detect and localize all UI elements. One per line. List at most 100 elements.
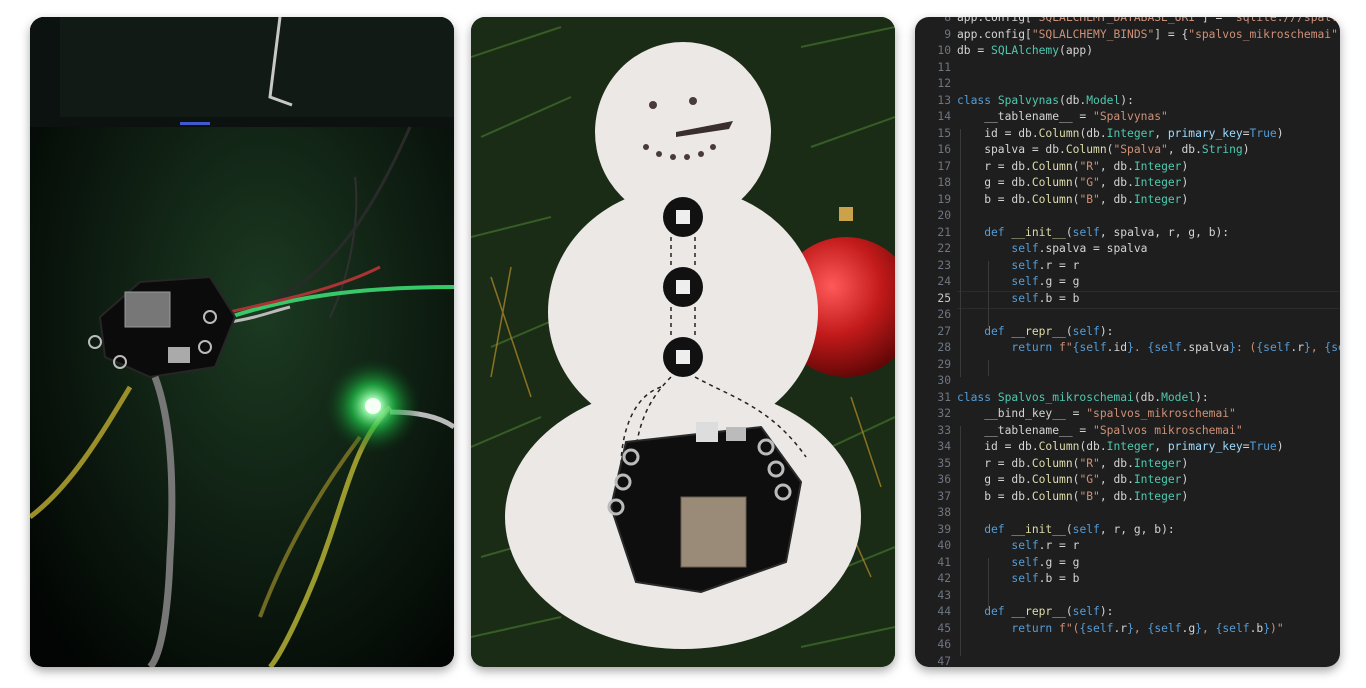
- code-line[interactable]: 39 def __init__(self, r, g, b):: [915, 522, 1340, 539]
- code-line[interactable]: 24 self.g = g: [915, 274, 1340, 291]
- code-token: .id: [1106, 341, 1128, 354]
- code-token: "R": [1079, 159, 1100, 173]
- code-line[interactable]: 27 def __repr__(self):: [915, 324, 1340, 341]
- code-line[interactable]: 15 id = db.Column(db.Integer, primary_ke…: [915, 126, 1340, 143]
- code-line[interactable]: 26: [915, 307, 1340, 324]
- code-token: ):: [1099, 605, 1114, 618]
- code-line[interactable]: 42 self.b = b: [915, 571, 1340, 588]
- code-token: self: [1072, 225, 1100, 239]
- code-line[interactable]: 45 return f"({self.r}, {self.g}, {self.b…: [915, 621, 1340, 638]
- code-view[interactable]: 8 app.config["SQLALCHEMY_DATABASE_URI"] =…: [915, 17, 1340, 667]
- code-line[interactable]: 13 class Spalvynas(db.Model):: [915, 93, 1340, 110]
- hexagon-microcontroller-board: [607, 422, 803, 594]
- code-token: ): [1181, 192, 1189, 206]
- code-line[interactable]: 21 def __init__(self, spalva, r, g, b):: [915, 225, 1340, 242]
- code-token: (: [1065, 522, 1073, 536]
- code-line[interactable]: 17 r = db.Column("R", db.Integer): [915, 159, 1340, 176]
- code-line[interactable]: 28 return f"{self.id}. {self.spalva}: ({…: [915, 340, 1340, 357]
- code-token: primary_key: [1167, 440, 1243, 453]
- code-token: .r: [1113, 621, 1128, 635]
- code-line[interactable]: 46: [915, 637, 1340, 654]
- code-token: , r, g, b):: [1099, 522, 1175, 536]
- code-token: Column: [1038, 440, 1080, 453]
- code-token: class: [957, 390, 998, 404]
- code-line[interactable]: 8 app.config["SQLALCHEMY_DATABASE_URI"] =…: [915, 17, 1340, 27]
- code-token: "R": [1079, 456, 1100, 470]
- code-token: self: [1154, 341, 1182, 354]
- code-token: Model: [1086, 93, 1121, 107]
- code-line[interactable]: 9 app.config["SQLALCHEMY_BINDS"] = {"spal…: [915, 27, 1340, 44]
- code-line[interactable]: 36 g = db.Column("G", db.Integer): [915, 472, 1340, 489]
- line-number: 42: [937, 572, 951, 585]
- code-line[interactable]: 30: [915, 373, 1340, 390]
- code-token: __init__: [1011, 225, 1066, 239]
- code-token: :: [1338, 28, 1340, 41]
- code-line[interactable]: 10 db = SQLAlchemy(app): [915, 43, 1340, 60]
- code-token: primary_key: [1167, 126, 1243, 140]
- code-token: "spalvos_mikroschemai": [1086, 407, 1236, 420]
- code-token: ):: [1195, 390, 1209, 404]
- code-line[interactable]: 22 self.spalva = spalva: [915, 241, 1340, 258]
- line-number: 41: [937, 555, 951, 569]
- code-token: db =: [957, 44, 992, 57]
- code-token: ): [1181, 473, 1189, 486]
- code-line[interactable]: 18 g = db.Column("G", db.Integer): [915, 175, 1340, 192]
- code-line[interactable]: 38: [915, 505, 1340, 522]
- code-token: Spalvynas: [997, 93, 1060, 107]
- line-number: 18: [937, 176, 951, 189]
- code-token: self: [1011, 291, 1039, 305]
- code-line[interactable]: 34 id = db.Column(db.Integer, primary_ke…: [915, 439, 1340, 456]
- line-number: 21: [937, 225, 951, 239]
- code-token: self: [1154, 621, 1182, 635]
- code-line[interactable]: 31 class Spalvos_mikroschemai(db.Model):: [915, 390, 1340, 407]
- line-number: 20: [937, 209, 951, 222]
- code-line[interactable]: 47: [915, 654, 1340, 668]
- code-line[interactable]: 44 def __repr__(self):: [915, 604, 1340, 621]
- line-number: 31: [937, 390, 951, 404]
- code-line[interactable]: 19 b = db.Column("B", db.Integer): [915, 192, 1340, 209]
- code-line[interactable]: 16 spalva = db.Column("Spalva", db.Strin…: [915, 142, 1340, 159]
- code-token: self: [1011, 539, 1039, 552]
- code-line[interactable]: 33 __tablename__ = "Spalvos mikroschemai…: [915, 423, 1340, 440]
- code-token: =: [1242, 126, 1250, 140]
- code-line[interactable]: 37 b = db.Column("B", db.Integer): [915, 489, 1340, 506]
- code-token: def: [957, 225, 1012, 239]
- led-pixels: [663, 197, 703, 377]
- code-token: id = db.: [957, 126, 1039, 140]
- code-line[interactable]: 25 self.b = b: [915, 291, 1340, 308]
- code-token: "Spalva": [1113, 143, 1168, 156]
- code-token: "Spalvynas": [1093, 110, 1168, 123]
- code-token: Integer: [1106, 440, 1155, 453]
- code-line[interactable]: 43: [915, 588, 1340, 605]
- code-token: (db.: [1079, 126, 1107, 140]
- code-line[interactable]: 20: [915, 208, 1340, 225]
- code-line[interactable]: 32 __bind_key__ = "spalvos_mikroschemai": [915, 406, 1340, 423]
- code-token: Column: [1031, 489, 1073, 503]
- board-photo-illustration: [30, 17, 454, 667]
- code-token: __init__: [1011, 522, 1066, 536]
- code-line[interactable]: 14 __tablename__ = "Spalvynas": [915, 109, 1340, 126]
- code-token: spalva = db.: [957, 143, 1066, 156]
- code-line[interactable]: 23 self.r = r: [915, 258, 1340, 275]
- code-line[interactable]: 29: [915, 357, 1340, 374]
- code-token: True: [1249, 126, 1277, 140]
- code-line[interactable]: 35 r = db.Column("R", db.Integer): [915, 456, 1340, 473]
- code-line[interactable]: 12: [915, 76, 1340, 93]
- line-number: 17: [937, 159, 951, 173]
- code-token: , db.: [1099, 192, 1134, 206]
- line-number: 26: [937, 308, 951, 321]
- code-token: }: [1304, 341, 1311, 354]
- code-line[interactable]: 41 self.g = g: [915, 555, 1340, 572]
- code-token: "G": [1079, 473, 1100, 486]
- code-line[interactable]: 40 self.r = r: [915, 538, 1340, 555]
- code-token: self: [1011, 258, 1039, 272]
- code-token: }: [1127, 341, 1134, 354]
- code-line[interactable]: 11: [915, 60, 1340, 77]
- code-token: Integer: [1133, 473, 1182, 486]
- line-number: 16: [937, 143, 951, 156]
- code-token: "B": [1079, 192, 1100, 206]
